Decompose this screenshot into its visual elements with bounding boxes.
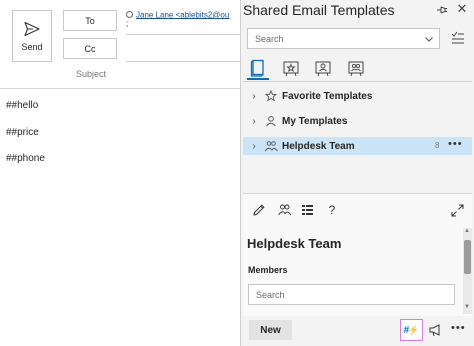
preview-scrollbar[interactable]: ▲ ▼ [463,228,472,314]
edit-icon[interactable] [251,202,267,218]
close-icon[interactable]: ✕ [455,2,469,16]
send-label: Send [21,41,43,52]
send-button[interactable]: Send [12,10,52,62]
body-line-hello[interactable]: ##hello [6,100,38,111]
more-options-icon[interactable]: ••• [451,322,466,334]
to-field-underline [126,34,240,35]
chevron-right-icon[interactable]: › [249,91,259,102]
search-placeholder: Search [255,34,284,44]
star-icon [265,90,277,102]
send-icon [24,21,40,36]
cc-label: Cc [84,43,96,54]
tab-my-templates[interactable] [247,58,269,80]
tree-item-label: Helpdesk Team [282,140,355,152]
scrollbar-thumb[interactable] [464,240,471,274]
to-field[interactable]: Jane Lane <ablebits2@ou ; [126,10,240,34]
list-view-icon[interactable] [299,202,315,218]
cc-field-underline [126,61,240,62]
team-preview-panel: ? Helpdesk Team Members Search ▲ ▼ [243,193,472,316]
body-line-phone[interactable]: ##phone [6,153,45,164]
people-board-icon [348,61,364,77]
tree-item-label: Favorite Templates [282,90,373,102]
team-icon [264,141,278,152]
more-options-icon[interactable]: ••• [448,138,463,150]
pin-icon[interactable] [435,3,449,17]
tree-item-label: My Templates [282,115,348,127]
subject-label: Subject [76,69,107,79]
to-button[interactable]: To [63,10,117,31]
tab-team[interactable] [312,58,334,80]
template-search-input[interactable]: Search [247,28,440,49]
lightning-icon: ⚡ [408,324,420,335]
body-line-price[interactable]: ##price [6,127,39,138]
team-title: Helpdesk Team [247,236,342,251]
tab-favorites[interactable] [280,58,302,80]
expand-icon[interactable] [449,202,465,218]
tabs-divider [243,81,472,82]
chevron-right-icon[interactable]: › [249,141,259,152]
tree-item-helpdesk-team[interactable]: › Helpdesk Team 8 ••• [243,137,472,155]
to-label: To [85,15,95,26]
pane-title: Shared Email Templates [243,2,395,18]
scroll-down-icon[interactable]: ▼ [464,304,470,310]
member-count: 8 [435,141,440,150]
recipient-separator: ; [126,19,129,29]
person-board-icon [315,61,331,77]
tree-item-favorite-templates[interactable]: › Favorite Templates [243,87,472,105]
share-team-icon[interactable] [276,202,292,218]
to-recipient[interactable]: Jane Lane <ablebits2@ou [136,10,229,19]
notebook-icon [250,59,264,77]
insert-hashtag-button[interactable]: # ⚡ [400,319,423,341]
filter-list-icon[interactable] [450,30,466,46]
tab-shared[interactable] [345,58,367,80]
tree-item-my-templates[interactable]: › My Templates [243,112,472,130]
members-search-input[interactable]: Search [248,284,455,305]
new-template-button[interactable]: New [249,320,292,340]
members-label: Members [248,265,288,275]
subject-divider [0,88,240,89]
star-board-icon [283,61,299,77]
help-icon[interactable]: ? [324,202,340,218]
compose-window: Send To Cc Jane Lane <ablebits2@ou ; Sub… [0,0,240,346]
presence-icon [126,11,133,19]
cc-button[interactable]: Cc [63,38,117,59]
shared-templates-pane: Shared Email Templates ✕ Search › Favori… [241,0,474,346]
members-search-placeholder: Search [256,290,285,300]
megaphone-icon[interactable] [428,323,444,337]
chevron-down-icon[interactable] [424,34,434,44]
chevron-right-icon[interactable]: › [249,116,259,127]
person-icon [266,116,276,127]
scroll-up-icon[interactable]: ▲ [464,228,470,234]
